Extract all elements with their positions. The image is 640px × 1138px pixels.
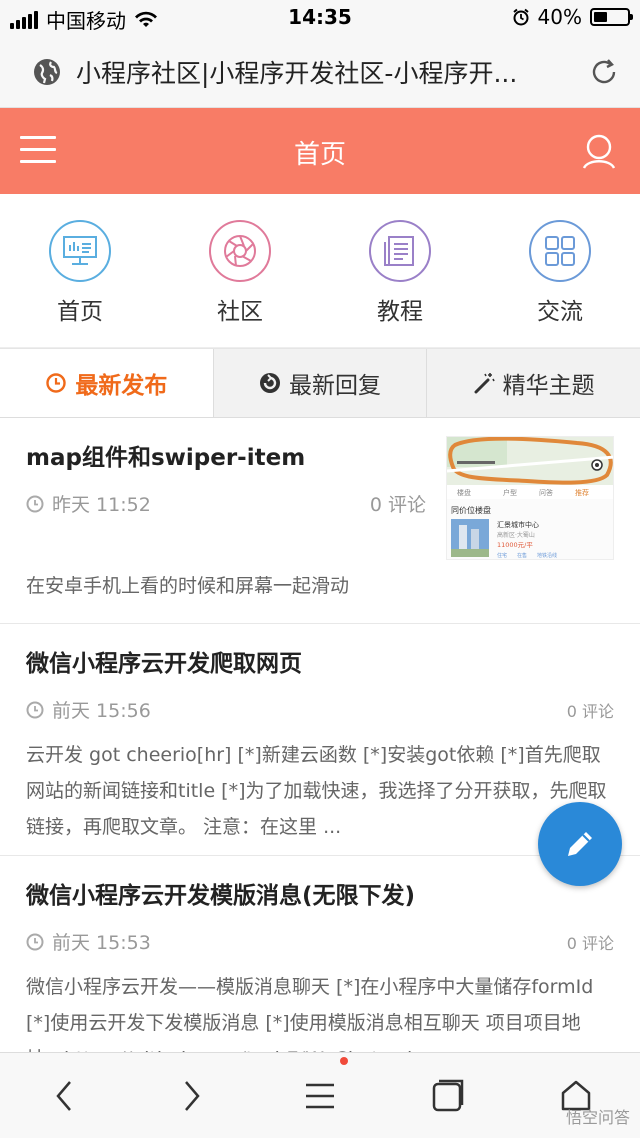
tab-label: 最新发布	[75, 373, 168, 399]
post-meta: 前天 15:53 0 评论	[26, 928, 614, 955]
tabs-button[interactable]	[424, 1072, 472, 1120]
post-body: map组件和swiper-item 昨天 11:52 0 评论	[26, 438, 426, 517]
quick-nav-label: 教程	[377, 299, 423, 325]
app-title: 首页	[293, 140, 346, 170]
page-title: 小程序社区|小程序开发社区-小程序开...	[76, 58, 518, 88]
tab-label: 最新回复	[289, 373, 381, 399]
post-excerpt: 在安卓手机上看的时候和屏幕一起滑动	[26, 575, 350, 597]
clock-icon	[26, 495, 44, 512]
post-excerpt: 云开发 got cheerio[hr] [*]新建云函数 [*]安装got依赖 …	[26, 744, 607, 838]
post-title: 微信小程序云开发模版消息(无限下发)	[26, 883, 416, 909]
thumb-tab: 楼盘	[457, 488, 471, 497]
tab-featured[interactable]: 精华主题	[426, 349, 640, 417]
post-item[interactable]: map组件和swiper-item 昨天 11:52 0 评论 楼盘 户型 问答…	[0, 418, 640, 624]
tab-label: 精华主题	[502, 373, 595, 399]
quick-nav-label: 交流	[537, 299, 583, 325]
thumb-tab: 推荐	[575, 488, 589, 497]
post-thumbnail[interactable]: 楼盘 户型 问答 推荐 同价位楼盘 汇景城市中心 高新区·大蜀山 11000元/…	[446, 436, 614, 560]
thumb-tab: 问答	[539, 488, 553, 497]
magic-wand-icon	[474, 373, 495, 394]
thumb-tab: 户型	[503, 488, 517, 497]
thumb-name: 汇景城市中心	[497, 520, 539, 529]
post-time: 前天 15:53	[52, 932, 151, 954]
forward-icon	[185, 1080, 200, 1111]
alarm-icon	[512, 8, 529, 26]
quick-nav-exchange[interactable]: 交流	[500, 220, 620, 326]
reload-icon[interactable]	[588, 56, 620, 88]
thumb-area: 高新区·大蜀山	[497, 531, 535, 539]
tab-latest[interactable]: 最新发布	[0, 349, 213, 417]
thumb-section: 同价位楼盘	[451, 505, 491, 515]
back-icon	[56, 1080, 71, 1111]
thumb-tag: 在售	[517, 552, 527, 559]
post-meta: 前天 15:56 0 评论	[26, 696, 614, 723]
comment-count: 0 评论	[566, 933, 614, 953]
aperture-icon	[209, 220, 271, 282]
quick-nav-tutorial[interactable]: 教程	[340, 220, 460, 326]
browser-menu-button[interactable]	[296, 1072, 344, 1120]
post-title: map组件和swiper-item	[26, 445, 306, 471]
clock-icon	[26, 933, 44, 950]
clock-icon	[46, 373, 67, 393]
post-title: 微信小程序云开发爬取网页	[26, 651, 302, 677]
tabs-icon	[432, 1079, 464, 1111]
grid-icon	[529, 220, 591, 282]
back-button[interactable]	[40, 1072, 88, 1120]
clock-icon	[26, 701, 44, 718]
quick-nav-home[interactable]: 首页	[20, 220, 140, 326]
watermark-text: 悟空问答	[565, 1108, 630, 1127]
user-icon[interactable]	[580, 132, 618, 170]
menu-icon	[306, 1083, 334, 1108]
monitor-icon	[49, 220, 111, 282]
tab-latest-reply[interactable]: 最新回复	[212, 349, 427, 417]
pencil-icon	[568, 832, 592, 856]
battery-icon	[590, 8, 633, 26]
reply-icon	[260, 373, 280, 393]
quick-nav-label: 社区	[217, 299, 263, 325]
post-meta: 昨天 11:52 0 评论	[26, 490, 426, 517]
notification-dot	[340, 1057, 348, 1065]
thumb-tag: 地铁沿线	[537, 552, 557, 559]
status-bar: 中国移动 14:35 40%	[0, 0, 640, 36]
quick-nav-community[interactable]: 社区	[180, 220, 300, 326]
quick-nav-label: 首页	[57, 299, 103, 325]
globe-icon	[34, 58, 60, 85]
comment-count: 0 评论	[566, 701, 614, 721]
battery-percent: 40%	[537, 5, 582, 29]
compose-button[interactable]	[538, 802, 622, 886]
document-icon	[369, 220, 431, 282]
map-screenshot-image: 楼盘 户型 问答 推荐 同价位楼盘 汇景城市中心 高新区·大蜀山 11000元/…	[447, 437, 613, 559]
battery-level	[594, 12, 607, 22]
post-time: 前天 15:56	[52, 700, 151, 722]
status-right: 40%	[512, 5, 633, 29]
forward-button[interactable]	[168, 1072, 216, 1120]
post-time: 昨天 11:52	[52, 494, 151, 516]
quick-nav: 首页 社区 教程 交流	[0, 194, 640, 348]
thumb-price: 11000元/平	[497, 541, 533, 549]
app-header: 首页	[0, 108, 640, 194]
comment-count: 0 评论	[369, 494, 426, 516]
browser-bottom-bar: 悟空问答	[0, 1052, 640, 1138]
post-tabs: 最新发布 最新回复 精华主题	[0, 348, 640, 418]
browser-url-bar[interactable]: 小程序社区|小程序开发社区-小程序开...	[0, 36, 640, 108]
thumb-tag: 住宅	[497, 552, 507, 559]
